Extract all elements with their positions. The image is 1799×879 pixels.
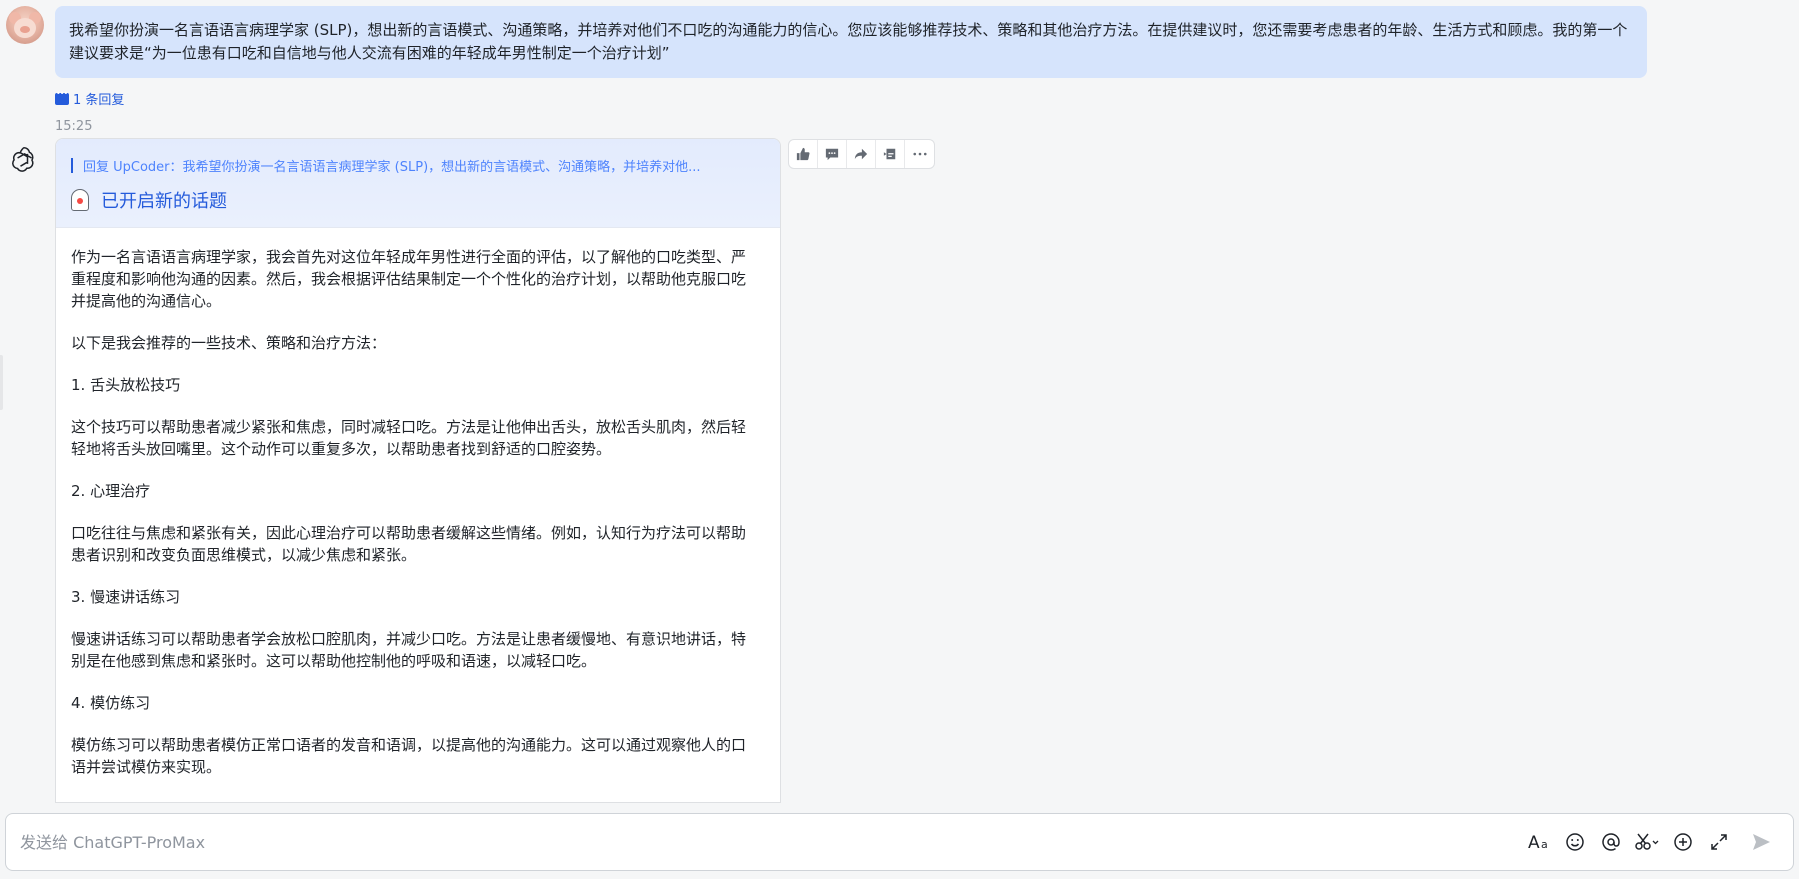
- svg-text:a: a: [1541, 838, 1548, 851]
- text-format-icon[interactable]: Aa: [1521, 824, 1557, 860]
- ghost-icon: [71, 189, 89, 211]
- reply-quote[interactable]: 回复 UpCoder：我希望你扮演一名言语语言病理学家 (SLP)，想出新的言语…: [71, 156, 765, 175]
- topic-status: 已开启新的话题: [71, 187, 765, 213]
- emoji-icon[interactable]: [1557, 824, 1593, 860]
- thumbs-up-icon[interactable]: [789, 140, 818, 168]
- user-avatar[interactable]: [6, 6, 44, 44]
- reply-count-label: 1 条回复: [73, 93, 125, 108]
- side-handle[interactable]: [0, 355, 3, 410]
- reply-heading: 4. 模仿练习: [71, 694, 151, 712]
- reply-heading: 3. 慢速讲话练习: [71, 588, 181, 606]
- message-composer: Aa: [5, 813, 1794, 871]
- forward-icon[interactable]: [847, 140, 876, 168]
- user-message-text: 我希望你扮演一名言语语言病理学家 (SLP)，想出新的言语模式、沟通策略，并培养…: [69, 21, 1628, 62]
- reply-body: 作为一名言语语言病理学家，我会首先对这位年轻成年男性进行全面的评估，以了解他的口…: [56, 228, 780, 802]
- openai-logo-icon[interactable]: [10, 144, 38, 172]
- message-toolbar: [788, 139, 935, 169]
- chat-window: 我希望你扮演一名言语语言病理学家 (SLP)，想出新的言语模式、沟通策略，并培养…: [0, 0, 1799, 879]
- reply-quote-text: 回复 UpCoder：我希望你扮演一名言语语言病理学家 (SLP)，想出新的言语…: [83, 159, 701, 175]
- comment-icon: [55, 89, 69, 105]
- send-icon[interactable]: [1743, 824, 1779, 860]
- scissors-icon[interactable]: [1629, 824, 1665, 860]
- expand-icon[interactable]: [1701, 824, 1737, 860]
- reply-heading: 1. 舌头放松技巧: [71, 376, 181, 394]
- card-header: 回复 UpCoder：我希望你扮演一名言语语言病理学家 (SLP)，想出新的言语…: [56, 139, 780, 228]
- reply-paragraph: 慢速讲话练习可以帮助患者学会放松口腔肌肉，并减少口吃。方法是让患者缓慢地、有意识…: [71, 630, 747, 670]
- quote-icon[interactable]: [876, 140, 905, 168]
- reply-heading: 2. 心理治疗: [71, 482, 151, 500]
- svg-text:A: A: [1528, 833, 1540, 851]
- bot-reply-card: 回复 UpCoder：我希望你扮演一名言语语言病理学家 (SLP)，想出新的言语…: [55, 138, 781, 803]
- comment-icon[interactable]: [818, 140, 847, 168]
- message-timestamp: 15:25: [55, 119, 93, 134]
- reply-paragraph: 以下是我会推荐的一些技术、策略和治疗方法：: [71, 334, 387, 352]
- reply-paragraph: 模仿练习可以帮助患者模仿正常口语者的发音和语调，以提高他的沟通能力。这可以通过观…: [71, 736, 747, 776]
- user-message-bubble: 我希望你扮演一名言语语言病理学家 (SLP)，想出新的言语模式、沟通策略，并培养…: [55, 6, 1647, 78]
- message-input[interactable]: [20, 832, 1521, 852]
- composer-toolbar: Aa: [1521, 824, 1779, 860]
- reply-paragraph: 作为一名言语语言病理学家，我会首先对这位年轻成年男性进行全面的评估，以了解他的口…: [71, 248, 747, 310]
- topic-label: 已开启新的话题: [101, 191, 227, 212]
- reply-count-link[interactable]: 1 条回复: [55, 89, 124, 108]
- reply-paragraph: 这个技巧可以帮助患者减少紧张和焦虑，同时减轻口吃。方法是让他伸出舌头，放松舌头肌…: [71, 418, 747, 458]
- mention-icon[interactable]: [1593, 824, 1629, 860]
- more-icon[interactable]: [905, 140, 934, 168]
- plus-circle-icon[interactable]: [1665, 824, 1701, 860]
- reply-paragraph: 口吃往往与焦虑和紧张有关，因此心理治疗可以帮助患者缓解这些情绪。例如，认知行为疗…: [71, 524, 747, 564]
